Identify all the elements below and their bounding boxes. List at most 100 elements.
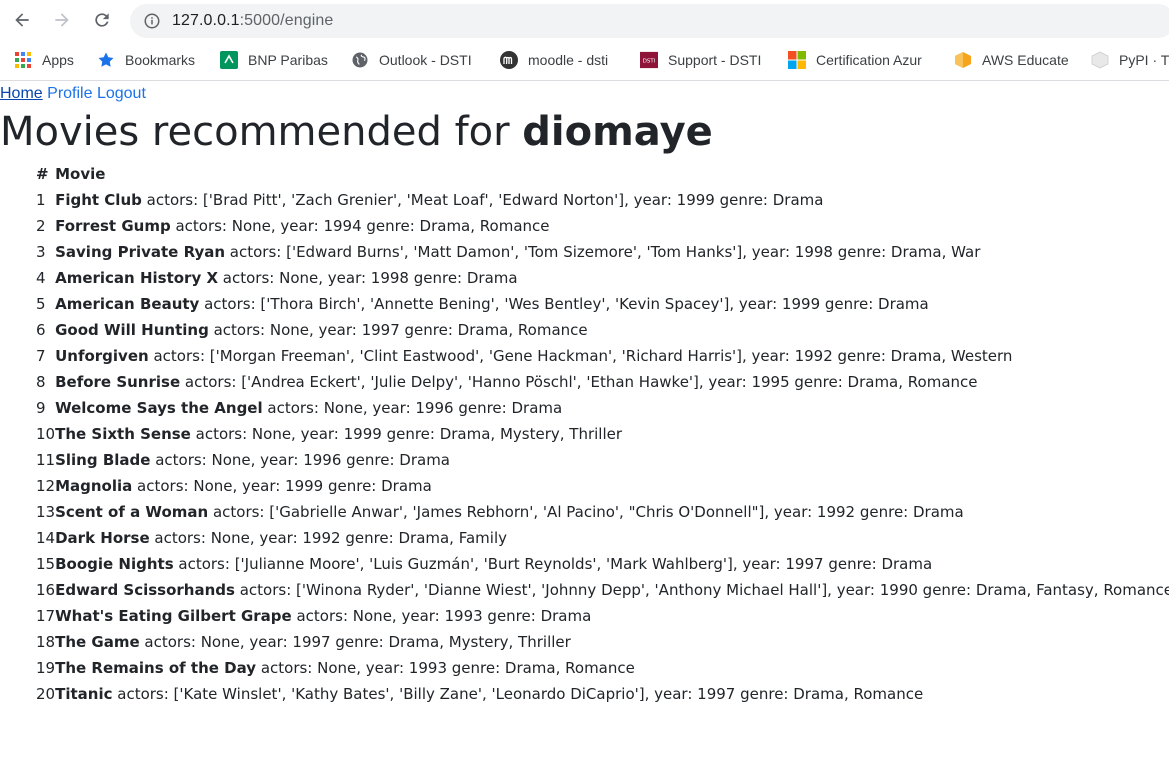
movie-cell: Before Sunrise actors: ['Andrea Eckert',…: [55, 369, 1169, 395]
bookmarks-bar: Apps Bookmarks BNP Paribas Outlook - DST…: [0, 42, 1169, 81]
movie-title: Titanic: [55, 685, 113, 703]
table-row: 1 Fight Club actors: ['Brad Pitt', 'Zach …: [33, 187, 1169, 213]
movie-details: actors: ['Winona Ryder', 'Dianne Wiest',…: [234, 581, 1169, 599]
movie-cell: American History X actors: None, year: 1…: [55, 265, 1169, 291]
bookmark-label: Apps: [42, 52, 74, 68]
row-number: 17: [36, 607, 56, 625]
row-number: 14: [36, 529, 56, 547]
movie-cell: The Sixth Sense actors: None, year: 1999…: [55, 421, 1169, 447]
movie-title: Sling Blade: [55, 451, 151, 469]
table-row: 9 Welcome Says the Angel actors: None, ye…: [33, 395, 1169, 421]
bookmark-certification-azur[interactable]: Certification Azur: [788, 51, 922, 69]
movie-title: Magnolia: [55, 477, 133, 495]
row-number: 6: [36, 321, 46, 339]
movie-title: Welcome Says the Angel: [55, 399, 263, 417]
row-number: 7: [36, 347, 46, 365]
table-row: 10 The Sixth Sense actors: None, year: 19…: [33, 421, 1169, 447]
info-icon[interactable]: [143, 12, 161, 30]
movie-cell: Edward Scissorhands actors: ['Winona Ryd…: [55, 577, 1169, 603]
table-row: 8 Before Sunrise actors: ['Andrea Eckert'…: [33, 369, 1169, 395]
url-host: 127.0.0.1: [172, 12, 240, 29]
movies-table: # Movie rating 1 Fight Club actors: ['Bra…: [33, 161, 1169, 707]
bookmark-pypi[interactable]: PyPI · T: [1091, 51, 1169, 69]
row-number: 1: [36, 191, 46, 209]
row-number: 20: [36, 685, 56, 703]
globe-icon: [351, 51, 369, 69]
movie-cell: Boogie Nights actors: ['Julianne Moore',…: [55, 551, 1169, 577]
top-nav: Home Profile Logout: [0, 85, 146, 103]
row-number: 10: [36, 425, 56, 443]
movie-title: Good Will Hunting: [55, 321, 209, 339]
movie-title: Dark Horse: [55, 529, 150, 547]
movie-cell: The Remains of the Day actors: None, yea…: [55, 655, 1169, 681]
bookmark-label: Certification Azur: [816, 52, 922, 68]
movie-cell: Scent of a Woman actors: ['Gabrielle Anw…: [55, 499, 1169, 525]
bookmark-label: Bookmarks: [125, 52, 196, 68]
reload-button[interactable]: [90, 8, 114, 32]
table-row: 18 The Game actors: None, year: 1997 genr…: [33, 629, 1169, 655]
movie-details: actors: None, year: 1999 genre: Drama, M…: [190, 425, 623, 443]
browser-toolbar: 127.0.0.1:5000/engine: [0, 0, 1169, 42]
microsoft-icon: [788, 51, 806, 69]
bookmark-label: moodle - dsti: [528, 52, 609, 68]
page-title-user: diomaye: [522, 109, 713, 155]
movie-details: actors: None, year: 1992 genre: Drama, F…: [149, 529, 507, 547]
moodle-icon: [500, 51, 518, 69]
movie-cell: Saving Private Ryan actors: ['Edward Bur…: [55, 239, 1169, 265]
movie-title: Forrest Gump: [55, 217, 171, 235]
home-link[interactable]: Home: [0, 85, 43, 102]
bookmark-support-dsti[interactable]: DSTI Support - DSTI: [640, 51, 761, 69]
bookmark-aws-educate[interactable]: AWS Educate: [954, 51, 1069, 69]
movie-cell: Fight Club actors: ['Brad Pitt', 'Zach G…: [55, 187, 1169, 213]
row-number: 19: [36, 659, 56, 677]
table-row: 4 American History X actors: None, year: …: [33, 265, 1169, 291]
movie-details: actors: None, year: 1997 genre: Drama, R…: [208, 321, 588, 339]
logout-link[interactable]: Logout: [97, 85, 146, 102]
table-row: 19 The Remains of the Day actors: None, y…: [33, 655, 1169, 681]
pypi-icon: [1091, 51, 1109, 69]
bookmark-apps[interactable]: Apps: [14, 51, 74, 69]
movie-title: Scent of a Woman: [55, 503, 209, 521]
movie-cell: Good Will Hunting actors: None, year: 19…: [55, 317, 1169, 343]
address-bar[interactable]: 127.0.0.1:5000/engine: [130, 4, 1169, 38]
movie-details: actors: ['Andrea Eckert', 'Julie Delpy',…: [180, 373, 978, 391]
row-number: 5: [36, 295, 46, 313]
movie-details: actors: None, year: 1994 genre: Drama, R…: [170, 217, 550, 235]
table-row: 13 Scent of a Woman actors: ['Gabrielle A…: [33, 499, 1169, 525]
profile-link[interactable]: Profile: [47, 85, 92, 102]
row-number: 11: [36, 451, 56, 469]
movie-details: actors: ['Kate Winslet', 'Kathy Bates', …: [112, 685, 924, 703]
bookmark-bookmarks[interactable]: Bookmarks: [97, 51, 195, 69]
bookmark-outlook[interactable]: Outlook - DSTI: [351, 51, 472, 69]
row-number: 8: [36, 373, 46, 391]
movie-details: actors: None, year: 1999 genre: Drama: [132, 477, 432, 495]
table-row: 6 Good Will Hunting actors: None, year: 1…: [33, 317, 1169, 343]
movie-cell: The Game actors: None, year: 1997 genre:…: [55, 629, 1169, 655]
movie-title: American History X: [55, 269, 219, 287]
movie-title: What's Eating Gilbert Grape: [55, 607, 292, 625]
movie-title: Edward Scissorhands: [55, 581, 235, 599]
table-row: 5 American Beauty actors: ['Thora Birch',…: [33, 291, 1169, 317]
row-number: 15: [36, 555, 56, 573]
forward-arrow-icon: [55, 13, 69, 27]
url-text[interactable]: 127.0.0.1:5000/engine: [172, 12, 333, 30]
table-row: 11 Sling Blade actors: None, year: 1996 g…: [33, 447, 1169, 473]
row-number: 13: [36, 503, 56, 521]
movie-cell: What's Eating Gilbert Grape actors: None…: [55, 603, 1169, 629]
forward-button[interactable]: [50, 8, 74, 32]
table-header-row: # Movie rating: [33, 161, 1169, 187]
movie-cell: American Beauty actors: ['Thora Birch', …: [55, 291, 1169, 317]
table-row: 17 What's Eating Gilbert Grape actors: No…: [33, 603, 1169, 629]
row-number: 9: [36, 399, 46, 417]
aws-icon: [954, 51, 972, 69]
movie-details: actors: ['Gabrielle Anwar', 'James Rebho…: [208, 503, 964, 521]
bookmark-moodle[interactable]: moodle - dsti: [500, 51, 608, 69]
back-button[interactable]: [10, 8, 34, 32]
row-number: 4: [36, 269, 46, 287]
table-row: 12 Magnolia actors: None, year: 1999 genr…: [33, 473, 1169, 499]
row-number: 2: [36, 217, 46, 235]
bookmark-bnp-paribas[interactable]: BNP Paribas: [220, 51, 328, 69]
movie-title: Before Sunrise: [55, 373, 181, 391]
movie-details: actors: ['Thora Birch', 'Annette Bening'…: [199, 295, 929, 313]
bookmark-label: AWS Educate: [982, 52, 1069, 68]
